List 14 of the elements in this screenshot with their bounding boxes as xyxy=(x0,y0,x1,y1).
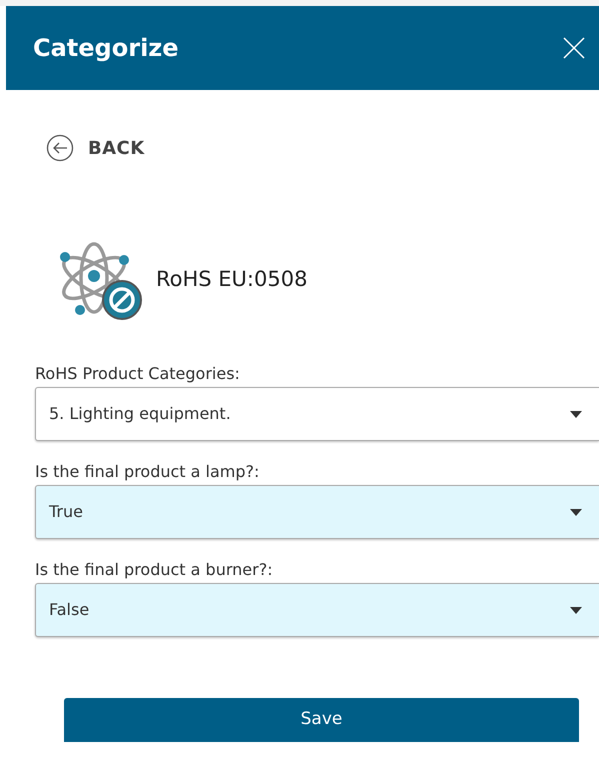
caret-icon xyxy=(570,508,582,516)
save-button[interactable]: Save xyxy=(64,698,579,742)
caret-icon xyxy=(570,606,582,614)
close-icon[interactable] xyxy=(563,37,585,59)
dropdown-field[interactable]: False xyxy=(35,583,599,637)
dialog-title: Categorize xyxy=(33,33,179,64)
caret-icon xyxy=(570,410,582,418)
dropdown-field[interactable]: True xyxy=(35,485,599,539)
regulation-name: RoHS EU:0508 xyxy=(156,266,308,294)
field-label: Is the final product a lamp?: xyxy=(35,461,260,483)
dropdown-field[interactable]: 5. Lighting equipment. xyxy=(35,387,599,441)
back-button[interactable]: BACK xyxy=(46,134,145,162)
field-label: Is the final product a burner?: xyxy=(35,559,274,581)
field-label: RoHS Product Categories: xyxy=(35,363,241,385)
